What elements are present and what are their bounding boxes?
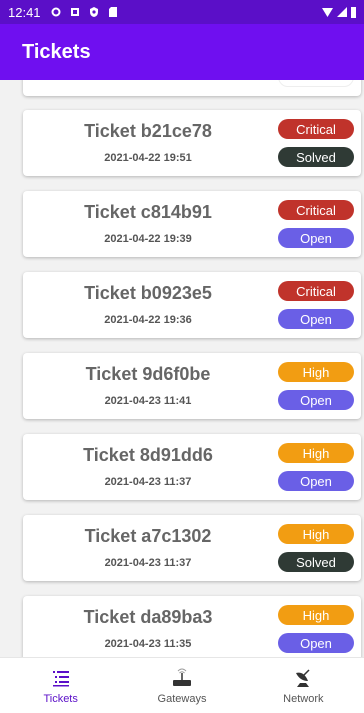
ticket-card-partial[interactable] [23, 80, 361, 96]
status-badge: Open [278, 228, 354, 248]
battery-icon [351, 6, 356, 18]
ticket-date: 2021-04-23 11:37 [104, 476, 192, 488]
status-bar: 12:41 [0, 0, 364, 24]
ticket-card[interactable]: Ticket c814b91 2021-04-22 19:39 Critical… [23, 191, 361, 257]
status-badge: Open [278, 309, 354, 329]
ticket-title: Ticket b21ce78 [84, 121, 212, 141]
ticket-title: Ticket c814b91 [84, 202, 212, 222]
nav-gateways[interactable]: Gateways [121, 658, 242, 713]
ticket-card[interactable]: Ticket 8d91dd6 2021-04-23 11:37 High Ope… [23, 434, 361, 500]
status-badge: Open [278, 471, 354, 491]
status-badge: Solved [278, 552, 354, 572]
nav-network[interactable]: Network [243, 658, 364, 713]
ticket-date: 2021-04-22 19:51 [104, 152, 192, 164]
app-bar: Tickets [0, 24, 364, 80]
priority-badge: High [278, 443, 354, 463]
priority-badge: High [278, 524, 354, 544]
priority-badge: High [278, 362, 354, 382]
priority-badge: Critical [278, 281, 354, 301]
ticket-date: 2021-04-23 11:41 [104, 395, 192, 407]
status-badge [278, 80, 354, 87]
ticket-date: 2021-04-23 11:37 [104, 557, 192, 569]
satellite-dish-icon [296, 668, 310, 687]
ticket-title: Ticket da89ba3 [83, 607, 213, 627]
sd-card-icon [108, 7, 117, 17]
nav-tickets[interactable]: Tickets [0, 658, 121, 713]
ticket-title: Ticket a7c1302 [84, 526, 212, 546]
status-time: 12:41 [8, 4, 41, 20]
status-badge: Open [278, 390, 354, 410]
ticket-title: Ticket 9d6f0be [85, 364, 211, 384]
wifi-icon [322, 7, 333, 17]
ticket-date: 2021-04-23 11:35 [104, 638, 192, 650]
bottom-navigation: Tickets Gateways Network [0, 657, 364, 713]
ticket-card[interactable]: Ticket a7c1302 2021-04-23 11:37 High Sol… [23, 515, 361, 581]
nav-label-network: Network [283, 692, 324, 705]
ticket-card[interactable]: Ticket b21ce78 2021-04-22 19:51 Critical… [23, 110, 361, 176]
ticket-card[interactable]: Ticket da89ba3 2021-04-23 11:35 High Ope… [23, 596, 361, 657]
notification-icon [70, 8, 79, 16]
settings-icon [51, 7, 61, 17]
list-icon [52, 670, 69, 686]
ticket-list[interactable]: Ticket b21ce78 2021-04-22 19:51 Critical… [0, 80, 364, 657]
priority-badge: Critical [278, 200, 354, 220]
ticket-date: 2021-04-22 19:36 [104, 314, 192, 326]
ticket-card[interactable]: Ticket 9d6f0be 2021-04-23 11:41 High Ope… [23, 353, 361, 419]
shield-icon [89, 7, 98, 17]
priority-badge: Critical [278, 119, 354, 139]
nav-label-tickets: Tickets [43, 692, 78, 705]
ticket-card[interactable]: Ticket b0923e5 2021-04-22 19:36 Critical… [23, 272, 361, 338]
status-badge: Open [278, 633, 354, 653]
priority-badge: High [278, 605, 354, 625]
status-badge: Solved [278, 147, 354, 167]
ticket-title: Ticket 8d91dd6 [83, 445, 213, 465]
ticket-title: Ticket b0923e5 [84, 283, 212, 303]
router-icon [172, 668, 191, 686]
ticket-date: 2021-04-22 19:39 [104, 233, 192, 245]
nav-label-gateways: Gateways [157, 692, 207, 705]
page-title: Tickets [22, 40, 91, 63]
signal-icon [337, 7, 347, 17]
